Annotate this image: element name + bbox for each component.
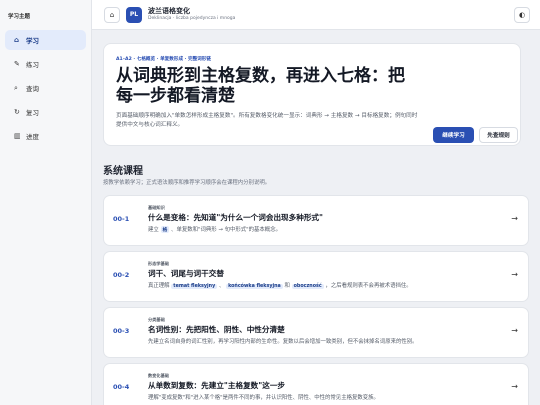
course-tag: 形态学基础 [148, 261, 169, 266]
course-desc-text: 、单复数和"词典形 → 句中形式"的基本概念。 [171, 227, 281, 233]
course-desc-text: 建立 [148, 227, 159, 233]
course-desc-text: 、 [218, 283, 225, 289]
sidebar-item-practice[interactable]: ✎ 练习 [5, 54, 86, 74]
pencil-icon: ✎ [14, 60, 20, 68]
arrow-right-icon: → [511, 214, 518, 223]
course-code: 00-1 [113, 215, 130, 223]
home-icon: ⌂ [14, 36, 20, 44]
term-chip: końcówka fleksyjna [226, 284, 283, 289]
arrow-right-icon: → [511, 382, 518, 391]
app-logo: PL [126, 6, 142, 23]
app-title: 波兰语格变化 [148, 7, 190, 15]
home-button[interactable]: ⌂ [104, 6, 120, 23]
theme-toggle-button[interactable]: ◐ [514, 7, 530, 23]
course-card[interactable]: 00-4 数变化基础 从单数到复数：先建立"主格复数"这一步 理解"变成复数"和… [103, 363, 529, 405]
sidebar-item-label: 复习 [26, 109, 39, 117]
course-description: 理解"变成复数"和"进入某个格"是两件不同的事，并认识阳性、阴性、中性的常见主格… [148, 395, 379, 401]
hero-title: 从词典形到主格复数，再进入七格：把每一步都看清楚 [116, 66, 405, 106]
app-title-block: 波兰语格变化 Deklinacja · liczba pojedyncza i … [148, 7, 235, 22]
course-title: 从单数到复数：先建立"主格复数"这一步 [148, 381, 286, 390]
course-tag: 数变化基础 [148, 373, 169, 378]
sidebar-item-label: 进度 [26, 133, 39, 141]
course-desc-text: 真正理解 [148, 283, 170, 289]
section-subtitle: 按教学依赖学习；正式语法顺序和推荐学习顺序会在课程内分别说明。 [103, 180, 271, 186]
hero-card: A1–A2 · 七格概览 · 单复数形成 · 完整词形链 从词典形到主格复数，再… [103, 43, 521, 146]
book-icon: ▥ [14, 132, 21, 140]
term-chip: temat fleksyjny [171, 284, 218, 289]
course-card[interactable]: 00-1 基础知识 什么是变格：先知道"为什么一个词会出现多种形式" 建立 格 … [103, 195, 529, 246]
course-card[interactable]: 00-3 分类基础 名词性别：先把阳性、阴性、中性分清楚 先建立名词自身的词汇性… [103, 307, 529, 358]
sidebar-item-label: 练习 [26, 61, 39, 69]
course-code: 00-2 [113, 271, 130, 279]
search-icon: ⌕ [14, 83, 18, 92]
course-desc-text: 和 [284, 283, 290, 289]
course-code: 00-4 [113, 383, 130, 391]
course-description: 建立 格 、单复数和"词典形 → 句中形式"的基本概念。 [148, 225, 281, 233]
app-subtitle: Deklinacja · liczba pojedyncza i mnoga [148, 16, 236, 21]
course-description: 先建立名词自身的词汇性别，再学习阳性内部的生命性。复数以后会增加一致类别，但不会… [148, 339, 418, 345]
sidebar-brand: 学习主题 [8, 14, 31, 20]
sidebar-item-learn[interactable]: ⌂ 学习 [5, 30, 86, 50]
home-icon: ⌂ [109, 10, 115, 19]
sidebar-item-review[interactable]: ↻ 复习 [5, 102, 86, 122]
main-content: A1–A2 · 七格概览 · 单复数形成 · 完整词形链 从词典形到主格复数，再… [92, 30, 540, 405]
refresh-icon: ↻ [14, 108, 20, 116]
term-chip: oboczność [291, 284, 324, 289]
course-title: 词干、词尾与词干交替 [148, 269, 224, 278]
sidebar-item-label: 学习 [26, 37, 39, 45]
term-chip: 格 [160, 226, 170, 233]
course-title: 名词性别：先把阳性、阴性、中性分清楚 [148, 325, 285, 334]
topbar: ⌂ PL 波兰语格变化 Deklinacja · liczba pojedync… [92, 0, 540, 30]
course-title: 什么是变格：先知道"为什么一个词会出现多种形式" [148, 213, 323, 222]
course-description: 真正理解 temat fleksyjny 、 końcówka fleksyjn… [148, 281, 412, 289]
hero-description: 页面基础顺序明确加入"单数怎样形成主格复数"。所有复数格变化统一显示：词典形 →… [116, 113, 418, 128]
sidebar-item-label: 查询 [26, 85, 39, 93]
course-card[interactable]: 00-2 形态学基础 词干、词尾与词干交替 真正理解 temat fleksyj… [103, 251, 529, 302]
course-tag: 基础知识 [148, 205, 165, 210]
contrast-icon: ◐ [518, 11, 526, 19]
section-title: 系统课程 [103, 166, 143, 177]
sidebar-item-progress[interactable]: ▥ 进度 [5, 126, 86, 146]
arrow-right-icon: → [511, 326, 518, 335]
course-code: 00-3 [113, 327, 130, 335]
arrow-right-icon: → [511, 270, 518, 279]
hero-eyebrow: A1–A2 · 七格概览 · 单复数形成 · 完整词形链 [116, 57, 211, 62]
check-rules-button[interactable]: 先查规则 [479, 127, 518, 143]
continue-learning-button[interactable]: 继续学习 [433, 127, 474, 143]
sidebar-item-lookup[interactable]: ⌕ 查询 [5, 78, 86, 98]
sidebar: 学习主题 ⌂ 学习 ✎ 练习 ⌕ 查询 ↻ 复习 ▥ 进度 [0, 0, 92, 405]
course-tag: 分类基础 [148, 317, 165, 322]
course-desc-text: ，之后看规则表不会再被术语挡住。 [325, 283, 412, 289]
